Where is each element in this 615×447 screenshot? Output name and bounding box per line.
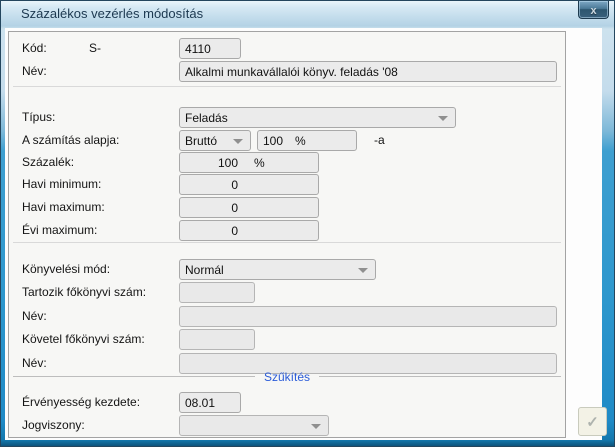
evi-max-value: 0 [231, 223, 238, 238]
dropdown-arrow-icon [438, 116, 448, 121]
havi-min-value: 0 [231, 177, 238, 192]
szamitas-suffix: -a [374, 133, 385, 147]
szukites-separator: Szűkítés [13, 369, 561, 384]
havi-max-value: 0 [231, 200, 238, 215]
kovetel-szam-label: Követel főkönyvi szám: [22, 332, 145, 346]
szamitas-base-value: Bruttó [185, 133, 218, 148]
tipus-label: Típus: [22, 110, 56, 124]
evi-max-input[interactable]: 0 [179, 220, 319, 241]
evi-max-label: Évi maximum: [22, 223, 98, 237]
konyvelesi-mod-value: Normál [185, 262, 224, 277]
tartozik-szam-input[interactable] [179, 282, 255, 303]
kod-input[interactable]: 4110 [179, 38, 241, 59]
titlebar[interactable]: Százalékos vezérlés módosítás x [1, 1, 614, 28]
kod-label: Kód: [22, 41, 47, 55]
ervenyesseg-input[interactable]: 08.01 [179, 392, 241, 413]
separator-middle [13, 242, 561, 243]
tipus-dropdown[interactable]: Feladás [179, 107, 456, 128]
tipus-value: Feladás [185, 110, 228, 125]
nev1-input[interactable]: Alkalmi munkavállalói könyv. feladás '08 [179, 61, 557, 82]
form-panel: Kód: S- 4110 Név: Alkalmi munkavállalói … [8, 31, 566, 438]
dropdown-arrow-icon [358, 268, 368, 273]
separator-line [13, 376, 255, 377]
szazalek-value: 100 [217, 155, 238, 170]
check-icon: ✓ [586, 413, 599, 431]
dialog-content: Kód: S- 4110 Név: Alkalmi munkavállalói … [5, 28, 607, 440]
nev2-label: Név: [22, 309, 47, 323]
kod-prefix: S- [89, 41, 101, 55]
ervenyesseg-label: Érvényesség kezdete: [22, 395, 141, 409]
nev1-value: Alkalmi munkavállalói könyv. feladás '08 [185, 64, 398, 79]
szazalek-label: Százalék: [22, 155, 75, 169]
nev1-label: Név: [22, 64, 47, 78]
szamitas-percent-value: 100 [263, 133, 284, 148]
confirm-button[interactable]: ✓ [578, 407, 607, 436]
szamitas-base-dropdown[interactable]: Bruttó [179, 130, 251, 151]
close-button[interactable]: x [578, 1, 609, 19]
szazalek-input[interactable]: 100 % [179, 152, 319, 173]
dropdown-arrow-icon [311, 424, 321, 429]
nev2-input[interactable] [179, 306, 557, 327]
szamitas-percent-input[interactable]: 100 % [257, 130, 357, 151]
kod-value: 4110 [185, 41, 211, 56]
close-icon: x [590, 5, 597, 17]
szazalek-unit: % [254, 155, 265, 170]
dialog-window: Százalékos vezérlés módosítás x Kód: S- … [0, 0, 615, 447]
jogviszony-dropdown[interactable] [179, 415, 329, 436]
konyvelesi-mod-label: Könyvelési mód: [22, 262, 111, 276]
separator-line [319, 376, 561, 377]
szamitas-percent-unit: % [295, 133, 306, 148]
havi-max-input[interactable]: 0 [179, 197, 319, 218]
szukites-link[interactable]: Szűkítés [264, 370, 310, 384]
tartozik-szam-label: Tartozik főkönyvi szám: [22, 285, 147, 299]
szamitas-label: A számítás alapja: [22, 133, 120, 147]
kovetel-szam-input[interactable] [179, 329, 255, 350]
window-title: Százalékos vezérlés módosítás [21, 6, 204, 21]
havi-max-label: Havi maximum: [22, 200, 105, 214]
dropdown-arrow-icon [233, 139, 243, 144]
havi-min-input[interactable]: 0 [179, 174, 319, 195]
havi-min-label: Havi minimum: [22, 177, 102, 191]
ervenyesseg-value: 08.01 [185, 395, 216, 410]
separator-top [13, 86, 561, 87]
konyvelesi-mod-dropdown[interactable]: Normál [179, 259, 376, 280]
jogviszony-label: Jogviszony: [22, 418, 85, 432]
